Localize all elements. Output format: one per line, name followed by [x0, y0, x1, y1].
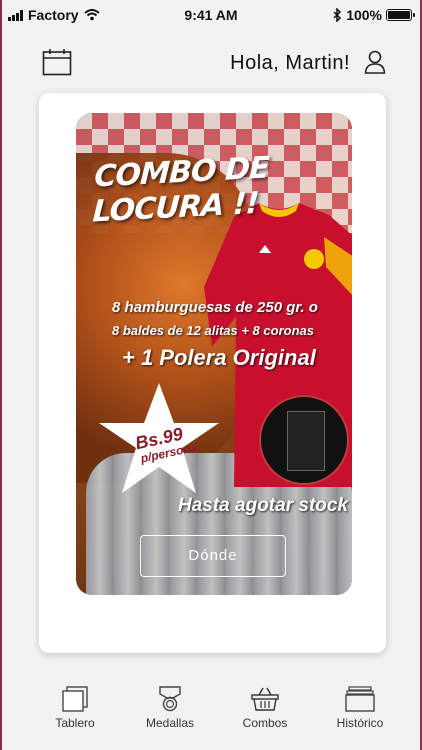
medal-icon: [159, 686, 181, 712]
status-bar: Factory 9:41 AM 100%: [0, 0, 422, 30]
promo-title: COMBO DE LOCURA !!: [91, 150, 270, 230]
tag-image: [287, 411, 325, 471]
tab-bar: Tablero Medallas Combos Histórico: [0, 676, 422, 750]
promo-line-1: 8 hamburguesas de 250 gr. o: [112, 299, 318, 316]
tab-historico[interactable]: Histórico: [320, 686, 400, 730]
battery-icon: [386, 9, 415, 21]
bluetooth-icon: [333, 8, 342, 22]
basket-icon: [251, 687, 279, 711]
user-icon[interactable]: [364, 50, 386, 74]
donde-button[interactable]: Dónde: [140, 535, 286, 577]
square-stack-icon: [62, 686, 88, 712]
tab-combos[interactable]: Combos: [225, 686, 305, 730]
battery-percent: 100%: [346, 7, 382, 23]
calendar-icon[interactable]: [42, 48, 72, 76]
tab-label: Combos: [242, 716, 288, 730]
archive-icon: [345, 686, 375, 712]
tab-label: Tablero: [55, 716, 95, 730]
promo-line-3: + 1 Polera Original: [122, 345, 316, 370]
jersey-tag-badge: [259, 395, 349, 485]
promo-line-2: 8 baldes de 12 alitas + 8 coronas: [112, 323, 314, 338]
combo-card: COMBO DE LOCURA !! 8 hamburguesas de 250…: [39, 93, 386, 653]
tab-medallas[interactable]: Medallas: [130, 686, 210, 730]
tab-label: Histórico: [336, 716, 384, 730]
status-right: 100%: [333, 7, 415, 23]
promo-banner[interactable]: COMBO DE LOCURA !! 8 hamburguesas de 250…: [76, 113, 352, 595]
greeting-text: Hola, Martin!: [230, 52, 350, 74]
tab-label: Medallas: [145, 716, 195, 730]
stock-text: Hasta agotar stock: [178, 495, 349, 516]
tab-tablero[interactable]: Tablero: [35, 686, 115, 730]
header: Hola, Martin!: [0, 40, 422, 90]
